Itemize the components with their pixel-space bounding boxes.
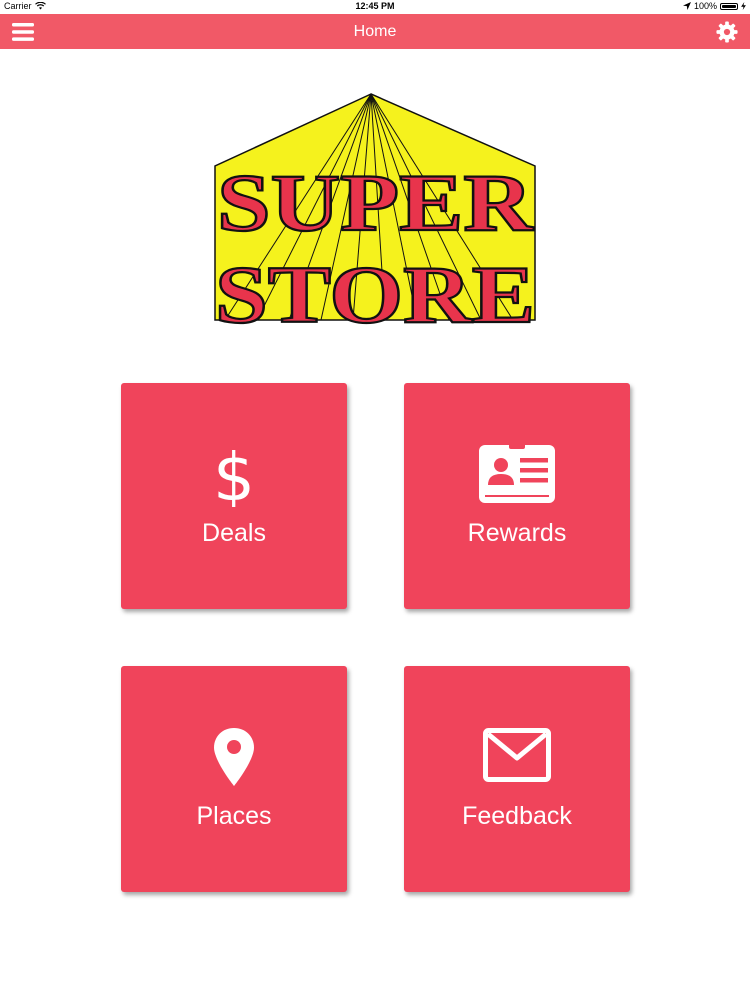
places-button[interactable]: Places: [121, 666, 347, 892]
logo-text-super: SUPER: [217, 157, 534, 248]
rewards-button[interactable]: Rewards: [404, 383, 630, 609]
gear-icon: [716, 21, 738, 43]
rewards-label: Rewards: [467, 519, 567, 547]
status-right-group: 100%: [682, 1, 746, 11]
map-pin-icon: [214, 728, 254, 786]
places-label: Places: [196, 802, 272, 830]
status-bar: Carrier 12:45 PM 100%: [0, 0, 750, 14]
deals-button[interactable]: $ Deals: [121, 383, 347, 609]
battery-icon: [720, 2, 738, 10]
dollar-sign-icon: $: [213, 445, 255, 507]
navbar: Home: [0, 14, 750, 49]
feedback-button[interactable]: Feedback: [404, 666, 630, 892]
charging-icon: [741, 2, 746, 10]
logo-text-store: STORE: [215, 249, 535, 338]
envelope-icon: [483, 728, 551, 782]
feedback-label: Feedback: [462, 802, 572, 830]
deals-label: Deals: [202, 519, 266, 547]
logo-graphic: SUPER STORE: [214, 93, 536, 341]
page-title: Home: [353, 23, 397, 40]
super-store-logo: SUPER STORE: [205, 88, 545, 341]
svg-text:$: $: [213, 445, 255, 507]
battery-fill: [722, 4, 736, 8]
id-card-icon: [479, 445, 555, 503]
status-time: 12:45 PM: [355, 1, 395, 11]
location-arrow-icon: [682, 2, 691, 10]
battery-percent: 100%: [693, 1, 717, 11]
settings-button[interactable]: [716, 21, 738, 43]
